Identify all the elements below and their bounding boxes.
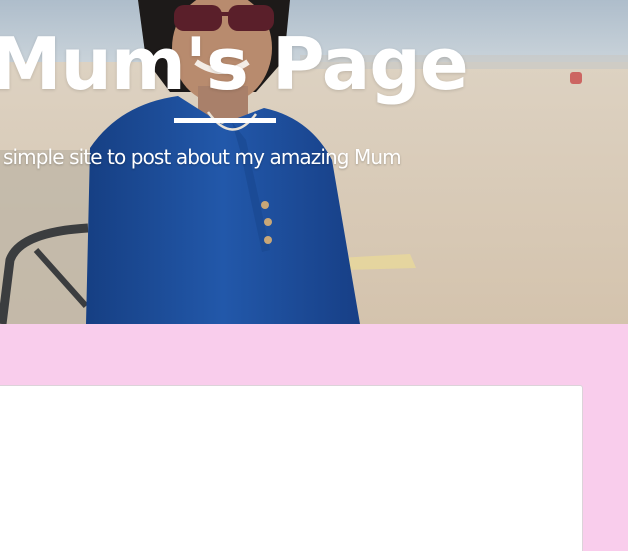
hero-header: Mum's Page simple site to post about my … xyxy=(0,0,628,324)
title-divider xyxy=(174,118,276,123)
site-subtitle: simple site to post about my amazing Mum xyxy=(3,145,402,169)
post-card xyxy=(0,385,583,551)
page: Mum's Page simple site to post about my … xyxy=(0,0,628,551)
site-title: Mum's Page xyxy=(0,22,469,106)
